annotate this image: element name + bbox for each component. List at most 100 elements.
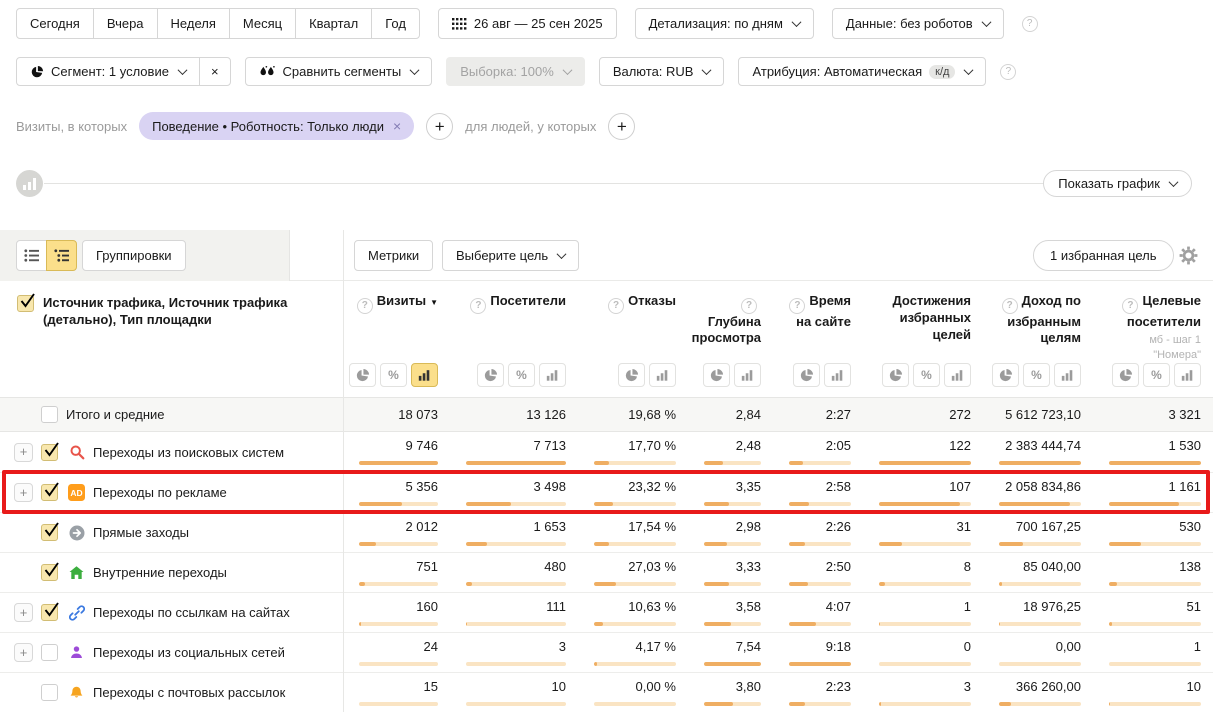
sampling-dropdown[interactable]: Выборка: 100% [446, 57, 585, 86]
pie-toggle[interactable] [793, 363, 820, 387]
help-icon[interactable]: ? [1022, 16, 1038, 32]
choose-goal-dropdown[interactable]: Выберите цель [442, 240, 579, 271]
currency-dropdown[interactable]: Валюта: RUB [599, 57, 725, 86]
period-button[interactable]: Сегодня [16, 8, 94, 39]
select-all-checkbox[interactable] [17, 295, 34, 312]
metric-column-header[interactable]: ?Время на сайте [773, 281, 863, 397]
metric-cell: 3,35 [688, 473, 773, 512]
row-checkbox[interactable] [41, 684, 58, 701]
expand-button[interactable]: + [14, 483, 33, 502]
period-button[interactable]: Год [371, 8, 420, 39]
row-label[interactable]: Прямые заходы [93, 525, 189, 540]
bar-toggle[interactable] [411, 363, 438, 387]
percent-toggle[interactable]: % [380, 363, 407, 387]
chevron-down-icon [702, 65, 712, 75]
favorite-goal-button[interactable]: 1 избранная цель [1033, 240, 1174, 271]
add-visit-condition-button[interactable]: + [426, 113, 453, 140]
row-checkbox[interactable] [41, 644, 58, 661]
metric-bar [879, 502, 971, 506]
row-checkbox[interactable] [41, 484, 58, 501]
row-checkbox[interactable] [41, 604, 58, 621]
bar-toggle[interactable] [1054, 363, 1081, 387]
row-checkbox[interactable] [41, 524, 58, 541]
metric-header-label: ?Время на сайте [773, 293, 851, 330]
row-checkbox[interactable] [41, 444, 58, 461]
row-label[interactable]: Переходы по рекламе [93, 485, 227, 500]
pie-toggle[interactable] [1112, 363, 1139, 387]
pie-toggle[interactable] [477, 363, 504, 387]
detail-dropdown[interactable]: Детализация: по дням [635, 8, 814, 39]
segment-condition-chip[interactable]: Поведение • Роботность: Только люди × [139, 112, 414, 140]
metric-cell: 122 [863, 432, 983, 472]
remove-condition-icon[interactable]: × [393, 118, 401, 134]
metric-column-header[interactable]: ?Целевые посетителимб - шаг 1 "Номера"% [1093, 281, 1213, 397]
pie-toggle[interactable] [882, 363, 909, 387]
metrics-button[interactable]: Метрики [354, 240, 433, 271]
tree-view-button[interactable] [46, 240, 77, 271]
add-people-condition-button[interactable]: + [608, 113, 635, 140]
expand-button[interactable]: + [14, 643, 33, 662]
bar-toggle[interactable] [944, 363, 971, 387]
row-label[interactable]: Переходы из социальных сетей [93, 645, 285, 660]
pie-toggle[interactable] [703, 363, 730, 387]
segment-clear-button[interactable]: × [199, 57, 231, 86]
show-chart-button[interactable]: Показать график [1043, 170, 1192, 197]
date-range-button[interactable]: 26 авг — 25 сен 2025 [438, 8, 617, 39]
help-icon[interactable]: ? [1000, 64, 1016, 80]
period-button[interactable]: Квартал [295, 8, 372, 39]
metric-column-header[interactable]: ?Посетители% [450, 281, 578, 397]
metric-column-header[interactable]: ?Визиты▼% [343, 281, 450, 397]
percent-toggle[interactable]: % [913, 363, 940, 387]
row-label[interactable]: Переходы по ссылкам на сайтах [93, 605, 290, 620]
groupings-button[interactable]: Группировки [82, 240, 186, 271]
metric-bar [704, 622, 761, 626]
metric-value: 1 [964, 599, 971, 615]
pie-toggle[interactable] [618, 363, 645, 387]
metric-cell: 0 [863, 633, 983, 672]
row-label[interactable]: Внутренние переходы [93, 565, 227, 580]
row-label[interactable]: Переходы из поисковых систем [93, 445, 284, 460]
bar-toggle[interactable] [824, 363, 851, 387]
period-button[interactable]: Вчера [93, 8, 158, 39]
pie-toggle[interactable] [349, 363, 376, 387]
row-checkbox[interactable] [41, 406, 58, 423]
metric-display-toggles: % [349, 363, 438, 387]
metric-bar [1109, 542, 1201, 546]
metric-column-header[interactable]: ?Отказы [578, 281, 688, 397]
percent-toggle[interactable]: % [1143, 363, 1170, 387]
help-icon[interactable]: ? [741, 298, 757, 314]
expand-button[interactable]: + [14, 603, 33, 622]
help-icon[interactable]: ? [1122, 298, 1138, 314]
percent-toggle[interactable]: % [1023, 363, 1050, 387]
view-toggle [16, 240, 77, 271]
data-mode-dropdown[interactable]: Данные: без роботов [832, 8, 1004, 39]
help-icon[interactable]: ? [357, 298, 373, 314]
help-icon[interactable]: ? [1002, 298, 1018, 314]
list-view-button[interactable] [16, 240, 47, 271]
metric-cell: 2,98 [688, 513, 773, 552]
bar-toggle[interactable] [1174, 363, 1201, 387]
bar-toggle[interactable] [539, 363, 566, 387]
compare-segments-dropdown[interactable]: Сравнить сегменты [245, 57, 433, 86]
period-button[interactable]: Месяц [229, 8, 296, 39]
bar-toggle[interactable] [649, 363, 676, 387]
metric-value: 3,35 [736, 479, 761, 495]
gear-icon[interactable] [1178, 245, 1199, 269]
expand-button[interactable]: + [14, 443, 33, 462]
bar-toggle[interactable] [734, 363, 761, 387]
ad-icon: AD [68, 484, 85, 501]
help-icon[interactable]: ? [470, 298, 486, 314]
segment-dropdown[interactable]: Сегмент: 1 условие [16, 57, 200, 86]
metric-column-header[interactable]: ?Глубина просмотра [688, 281, 773, 397]
metric-column-header[interactable]: ?Доход по избранным целям% [983, 281, 1093, 397]
pie-toggle[interactable] [992, 363, 1019, 387]
period-button[interactable]: Неделя [157, 8, 230, 39]
row-checkbox[interactable] [41, 564, 58, 581]
row-label[interactable]: Переходы с почтовых рассылок [93, 685, 285, 700]
metric-value: 751 [416, 559, 438, 575]
percent-toggle[interactable]: % [508, 363, 535, 387]
help-icon[interactable]: ? [789, 298, 805, 314]
help-icon[interactable]: ? [608, 298, 624, 314]
metric-column-header[interactable]: Достижения избранных целей% [863, 281, 983, 397]
attribution-dropdown[interactable]: Атрибуция: Автоматическая к/д [738, 57, 986, 86]
